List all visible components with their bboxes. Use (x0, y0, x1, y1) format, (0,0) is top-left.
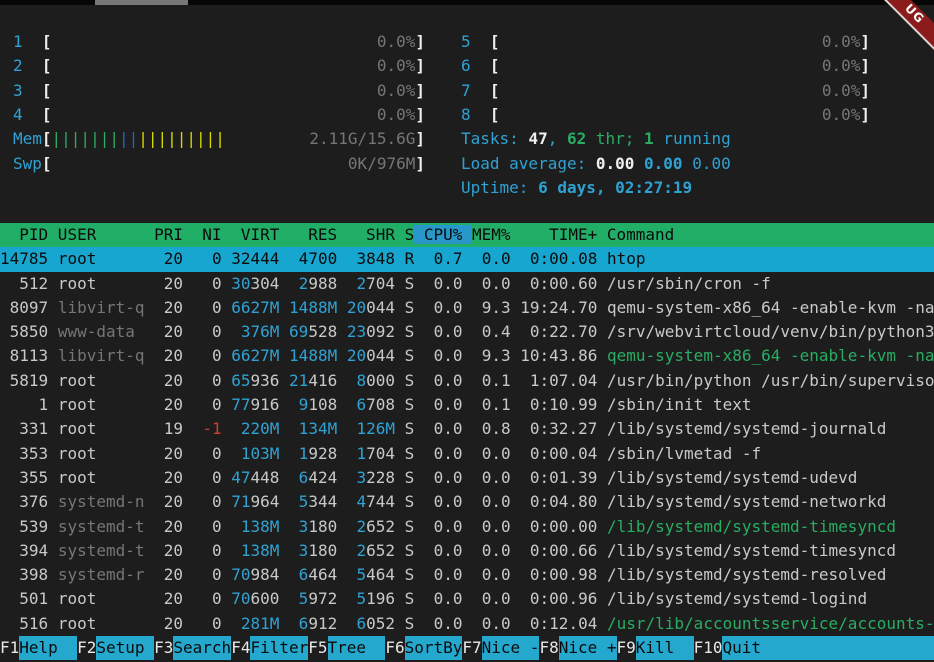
cpu-meter-4: 4 [0.0%] (13, 103, 425, 127)
function-key-bar: F1Help F2Setup F3SearchF4FilterF5Tree F6… (0, 636, 934, 660)
column-header-command[interactable]: Command (597, 225, 674, 244)
fn-label-filter[interactable]: Filter (250, 636, 308, 660)
cpu-meter-7: 7 [0.0%] (461, 79, 870, 103)
cpu-meter-6: 6 [0.0%] (461, 54, 870, 78)
meters-left-column: 1 [0.0%]2 [0.0%]3 [0.0%]4 [0.0%]Mem[||||… (13, 30, 425, 176)
column-header-mem[interactable]: MEM% (472, 225, 511, 244)
process-table: PID USER PRI NI VIRT RES SHR S CPU% MEM%… (0, 223, 934, 636)
column-header-s[interactable]: S (395, 225, 414, 244)
fn-key-f6[interactable]: F6 (385, 636, 404, 660)
column-header-virt[interactable]: VIRT (222, 225, 280, 244)
cell-command: /usr/sbin/cron -f (607, 274, 771, 293)
cell-command: /usr/lib/accountsservice/accounts- (607, 614, 934, 633)
fn-label-help[interactable]: Help (19, 636, 77, 660)
fn-label-kill[interactable]: Kill (636, 636, 694, 660)
cell-command: /usr/bin/python /usr/bin/superviso (607, 371, 934, 390)
cell-command: /lib/systemd/systemd-journald (607, 419, 886, 438)
process-row-355[interactable]: 355 root 20 0 47448 6424 3228 S 0.0 0.0 … (0, 466, 934, 490)
fn-label-setup[interactable]: Setup (96, 636, 154, 660)
process-row-14785[interactable]: 14785 root 20 0 32444 4700 3848 R 0.7 0.… (0, 247, 934, 271)
process-row-8113[interactable]: 8113 libvirt-q 20 0 6627M 1488M 20044 S … (0, 344, 934, 368)
process-row-5850[interactable]: 5850 www-data 20 0 376M 69528 23092 S 0.… (0, 320, 934, 344)
fn-label-tree[interactable]: Tree (328, 636, 386, 660)
fn-key-f1[interactable]: F1 (0, 636, 19, 660)
load-average: Load average: 0.00 0.00 0.00 (461, 152, 870, 176)
htop-terminal-screen: { "app": { "name": "htop" }, "colors": {… (0, 0, 934, 662)
fn-label-search[interactable]: Search (173, 636, 231, 660)
cpu-meter-5: 5 [0.0%] (461, 30, 870, 54)
fn-key-f7[interactable]: F7 (462, 636, 481, 660)
fn-key-f10[interactable]: F10 (694, 636, 723, 660)
column-header-ni[interactable]: NI (183, 225, 222, 244)
cell-command: /lib/systemd/systemd-logind (607, 589, 867, 608)
fn-key-f5[interactable]: F5 (308, 636, 327, 660)
process-row-376[interactable]: 376 systemd-n 20 0 71964 5344 4744 S 0.0… (0, 490, 934, 514)
fn-label-quit[interactable]: Quit (722, 636, 780, 660)
process-row-539[interactable]: 539 systemd-t 20 0 138M 3180 2652 S 0.0 … (0, 515, 934, 539)
process-row-5819[interactable]: 5819 root 20 0 65936 21416 8000 S 0.0 0.… (0, 369, 934, 393)
cell-command: /lib/systemd/systemd-timesyncd (607, 541, 896, 560)
process-row-1[interactable]: 1 root 20 0 77916 9108 6708 S 0.0 0.1 0:… (0, 393, 934, 417)
cell-command: /srv/webvirtcloud/venv/bin/python3 (607, 322, 934, 341)
column-header-res[interactable]: RES (279, 225, 337, 244)
fn-label-nice-[interactable]: Nice + (559, 636, 617, 660)
process-row-398[interactable]: 398 systemd-r 20 0 70984 6464 5464 S 0.0… (0, 563, 934, 587)
column-header-user[interactable]: USER (48, 225, 144, 244)
cell-command: /sbin/init text (607, 395, 752, 414)
fn-key-f9[interactable]: F9 (617, 636, 636, 660)
fnbar-filler (780, 636, 934, 660)
column-header-shr[interactable]: SHR (337, 225, 395, 244)
column-header-pid[interactable]: PID (0, 225, 48, 244)
column-header-cpu[interactable]: CPU% (414, 225, 472, 244)
memory-meter: Mem[||||||||||||||||||2.11G/15.6G] (13, 127, 425, 151)
cell-command: qemu-system-x86_64 -enable-kvm -na (607, 346, 934, 365)
fn-key-f3[interactable]: F3 (154, 636, 173, 660)
process-row-353[interactable]: 353 root 20 0 103M 1928 1704 S 0.0 0.0 0… (0, 442, 934, 466)
cell-command: /lib/systemd/systemd-timesyncd (607, 517, 896, 536)
debug-ribbon: UG (867, 0, 934, 61)
fn-key-f4[interactable]: F4 (231, 636, 250, 660)
tasks-summary: Tasks: 47, 62 thr; 1 running (461, 127, 870, 151)
cpu-meter-2: 2 [0.0%] (13, 54, 425, 78)
cpu-meter-3: 3 [0.0%] (13, 79, 425, 103)
cell-command: /sbin/lvmetad -f (607, 444, 761, 463)
table-body: 14785 root 20 0 32444 4700 3848 R 0.7 0.… (0, 247, 934, 636)
process-row-331[interactable]: 331 root 19 -1 220M 134M 126M S 0.0 0.8 … (0, 417, 934, 441)
process-row-501[interactable]: 501 root 20 0 70600 5972 5196 S 0.0 0.0 … (0, 587, 934, 611)
fn-key-f8[interactable]: F8 (539, 636, 558, 660)
fn-label-sortby[interactable]: SortBy (405, 636, 463, 660)
uptime: Uptime: 6 days, 02:27:19 (461, 176, 870, 200)
fn-label-nice-[interactable]: Nice - (482, 636, 540, 660)
process-row-512[interactable]: 512 root 20 0 30304 2988 2704 S 0.0 0.0 … (0, 272, 934, 296)
swap-meter: Swp[0K/976M] (13, 152, 425, 176)
fn-key-f2[interactable]: F2 (77, 636, 96, 660)
cell-command: htop (607, 249, 646, 268)
cell-command: /lib/systemd/systemd-networkd (607, 492, 886, 511)
column-header-pri[interactable]: PRI (145, 225, 184, 244)
meters-right-column: 5 [0.0%]6 [0.0%]7 [0.0%]8 [0.0%]Tasks: 4… (461, 30, 870, 201)
cell-command: /lib/systemd/systemd-resolved (607, 565, 886, 584)
table-header-row[interactable]: PID USER PRI NI VIRT RES SHR S CPU% MEM%… (0, 223, 934, 247)
cpu-meter-8: 8 [0.0%] (461, 103, 870, 127)
process-row-394[interactable]: 394 systemd-t 20 0 138M 3180 2652 S 0.0 … (0, 539, 934, 563)
cell-command: /lib/systemd/systemd-udevd (607, 468, 857, 487)
process-row-8097[interactable]: 8097 libvirt-q 20 0 6627M 1488M 20044 S … (0, 296, 934, 320)
cpu-meter-1: 1 [0.0%] (13, 30, 425, 54)
top-gray-bar (95, 0, 188, 5)
column-header-time[interactable]: TIME+ (511, 225, 598, 244)
process-row-516[interactable]: 516 root 20 0 281M 6912 6052 S 0.0 0.0 0… (0, 612, 934, 636)
cell-command: qemu-system-x86_64 -enable-kvm -na (607, 298, 934, 317)
